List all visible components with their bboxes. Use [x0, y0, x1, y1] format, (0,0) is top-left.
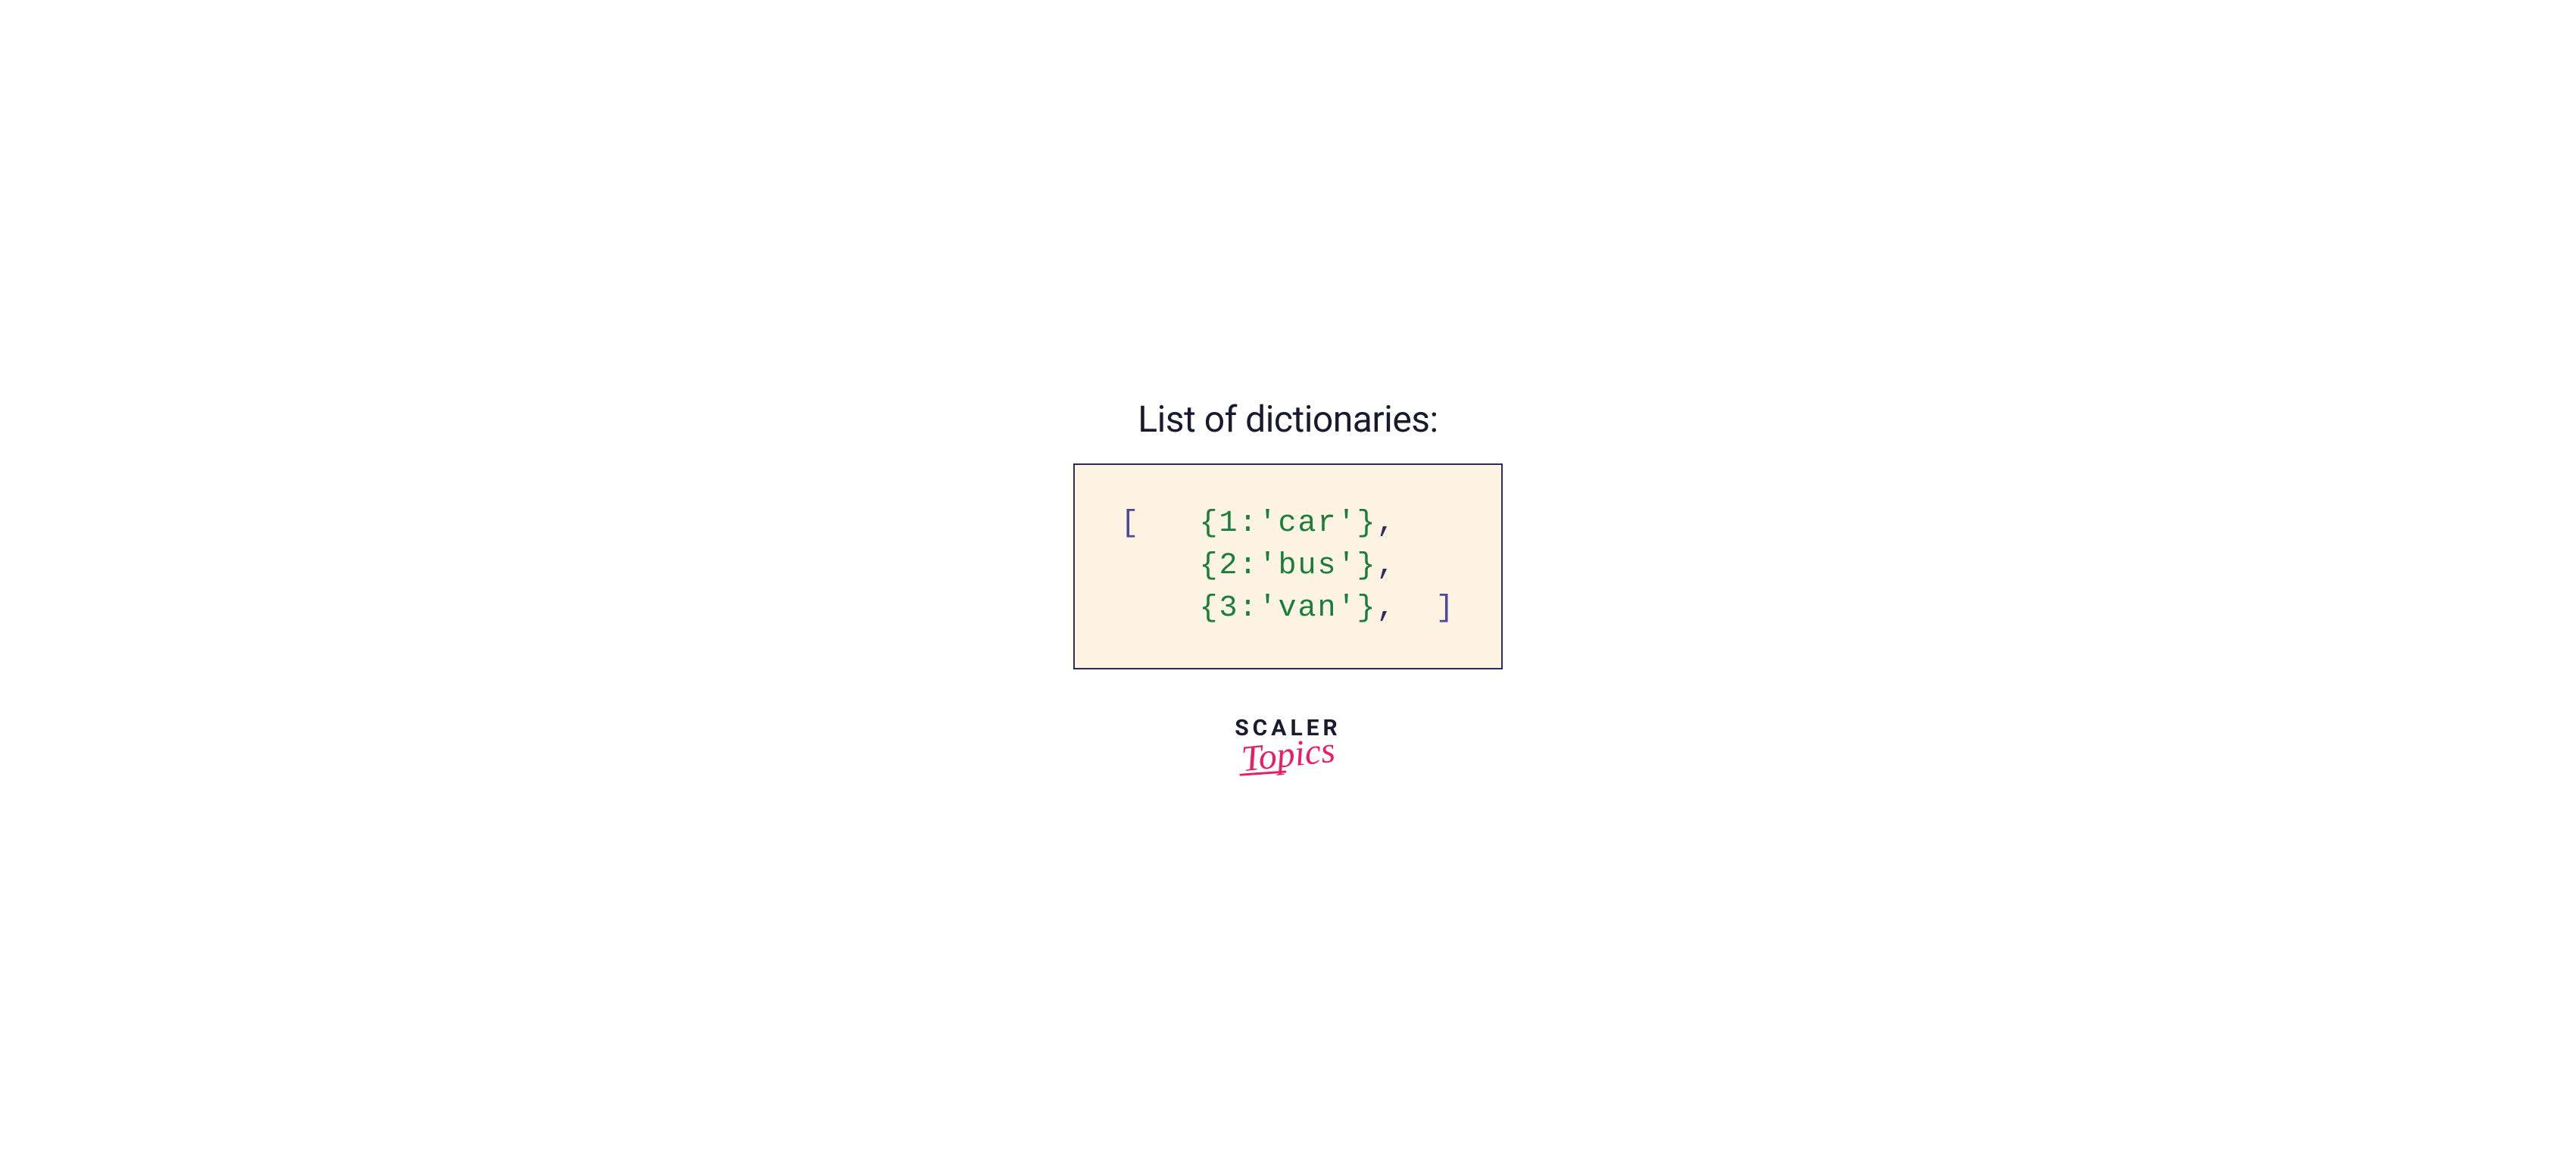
indent: [1120, 545, 1199, 588]
code-line-3: {3:'van'}, ]: [1120, 588, 1455, 630]
open-bracket: [: [1120, 503, 1140, 545]
diagram-container: List of dictionaries: [ {1:'car'}, {2:'b…: [1073, 398, 1502, 775]
dict-3: {3:'van'}: [1199, 588, 1376, 630]
space-before-close: [1397, 588, 1436, 630]
dict-2: {2:'bus'}: [1199, 545, 1376, 588]
logo-topics-text: Topics: [1239, 729, 1337, 781]
code-box: [ {1:'car'}, {2:'bus'}, {3:'van'}, ]: [1073, 463, 1502, 669]
comma-3: ,: [1377, 588, 1397, 630]
code-line-2: {2:'bus'},: [1120, 545, 1455, 588]
dict-1: {1:'car'}: [1199, 503, 1376, 545]
scaler-topics-logo: SCALER Topics: [1235, 715, 1341, 775]
comma-2: ,: [1377, 545, 1397, 588]
code-line-1: [ {1:'car'},: [1120, 503, 1455, 545]
indent: [1120, 588, 1199, 630]
indent: [1140, 503, 1199, 545]
diagram-title: List of dictionaries:: [1138, 398, 1438, 441]
comma-1: ,: [1377, 503, 1397, 545]
close-bracket: ]: [1436, 588, 1456, 630]
